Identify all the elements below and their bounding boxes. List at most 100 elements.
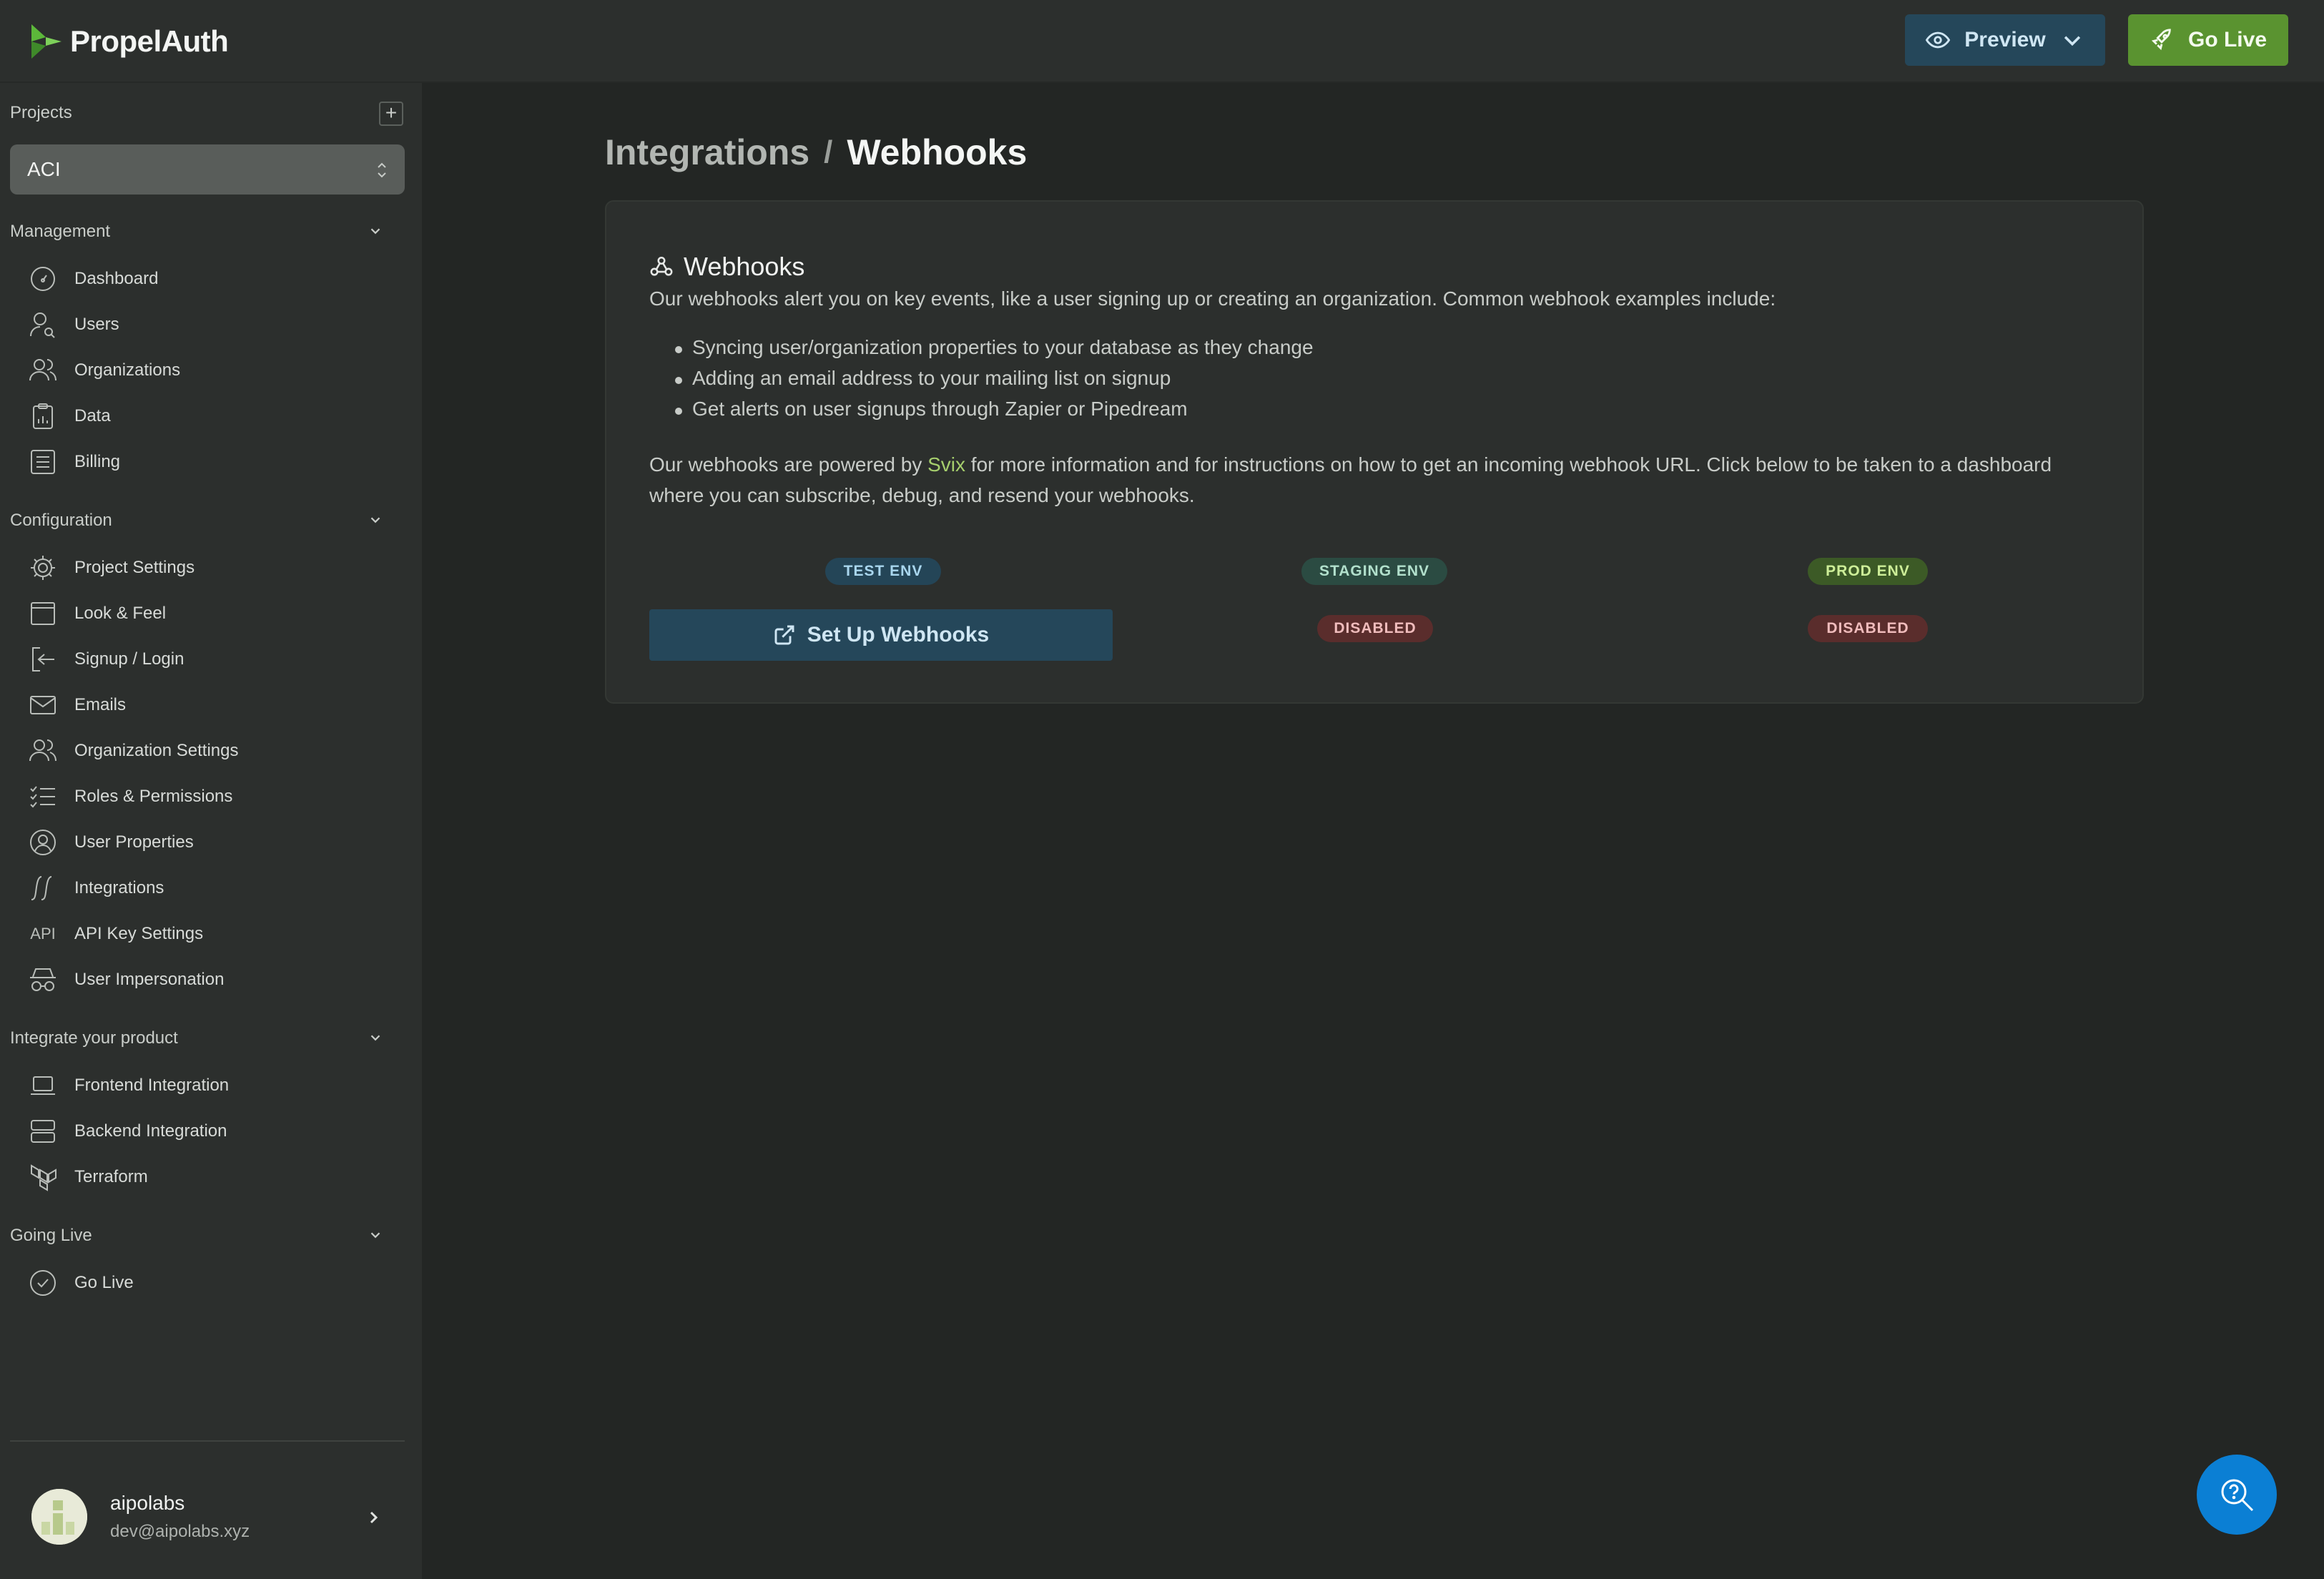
chevron-down-icon bbox=[370, 228, 380, 235]
section-management[interactable]: Management bbox=[10, 222, 405, 242]
sidebar-item-label: Integrations bbox=[74, 878, 164, 897]
section-configuration[interactable]: Configuration bbox=[10, 511, 405, 531]
help-search-icon bbox=[2221, 1479, 2254, 1512]
sidebar-item-label: Organizations bbox=[74, 360, 181, 380]
sidebar-item-project-settings[interactable]: Project Settings bbox=[29, 548, 415, 588]
sidebar-item-look-feel[interactable]: Look & Feel bbox=[29, 594, 415, 634]
sidebar-item-label: Users bbox=[74, 315, 119, 334]
sidebar-item-label: Look & Feel bbox=[74, 604, 167, 623]
sidebar-item-label: Signup / Login bbox=[74, 649, 184, 669]
gear-icon bbox=[31, 556, 55, 580]
checklist-icon bbox=[30, 786, 55, 808]
sidebar-item-frontend-integration[interactable]: Frontend Integration bbox=[29, 1066, 415, 1106]
sidebar-item-label: Go Live bbox=[74, 1273, 134, 1292]
card-title-text: Webhooks bbox=[684, 252, 805, 281]
staging-env-badge: STAGING ENV bbox=[1301, 558, 1447, 585]
breadcrumb-parent[interactable]: Integrations bbox=[605, 132, 809, 173]
sidebar-item-label: Backend Integration bbox=[74, 1121, 227, 1141]
external-link-icon bbox=[774, 625, 794, 645]
server-icon bbox=[31, 1120, 55, 1143]
sidebar-item-label: Organization Settings bbox=[74, 741, 239, 760]
sidebar-item-backend-integration[interactable]: Backend Integration bbox=[29, 1111, 415, 1151]
webhook-icon bbox=[650, 256, 673, 276]
staging-status-badge: DISABLED bbox=[1317, 615, 1433, 642]
sidebar-item-go-live[interactable]: Go Live bbox=[29, 1263, 415, 1303]
section-configuration-label: Configuration bbox=[10, 511, 112, 530]
integral-curve-icon bbox=[31, 876, 52, 900]
chevron-down-icon bbox=[370, 517, 380, 523]
login-arrow-icon bbox=[32, 647, 54, 672]
user-profile[interactable]: aipolabs dev@aipolabs.xyz bbox=[31, 1489, 389, 1553]
go-live-button[interactable]: Go Live bbox=[2128, 14, 2288, 66]
propelauth-logo-icon bbox=[31, 24, 61, 59]
set-up-webhooks-button[interactable]: Set Up Webhooks bbox=[649, 609, 1113, 661]
breadcrumb-separator: / bbox=[824, 134, 833, 169]
set-up-webhooks-label: Set Up Webhooks bbox=[807, 623, 990, 646]
page-title: Webhooks bbox=[847, 132, 1028, 172]
webhooks-card: Webhooks Our webhooks alert you on key e… bbox=[605, 200, 2144, 704]
sidebar-item-integrations[interactable]: Integrations bbox=[29, 868, 415, 908]
sidebar-item-user-impersonation[interactable]: User Impersonation bbox=[29, 960, 415, 1000]
sidebar-item-dashboard[interactable]: Dashboard bbox=[29, 259, 415, 299]
brand-name: PropelAuth bbox=[70, 24, 229, 58]
svix-link[interactable]: Svix bbox=[927, 453, 965, 476]
sidebar-divider bbox=[10, 1440, 405, 1442]
user-search-icon bbox=[30, 313, 55, 338]
sidebar-item-label: Roles & Permissions bbox=[74, 787, 233, 806]
projects-label: Projects bbox=[10, 103, 72, 122]
chevron-right-icon bbox=[370, 1511, 378, 1524]
browser-window-icon bbox=[31, 602, 55, 625]
sidebar: Projects + ACI Management Dashboard User… bbox=[0, 83, 422, 1579]
section-management-label: Management bbox=[10, 222, 111, 241]
user-circle-icon bbox=[30, 830, 56, 855]
prod-status-badge: DISABLED bbox=[1808, 615, 1928, 642]
laptop-icon bbox=[31, 1076, 55, 1095]
sidebar-item-user-properties[interactable]: User Properties bbox=[29, 822, 415, 862]
sidebar-item-label: Data bbox=[74, 406, 111, 426]
sidebar-item-roles-permissions[interactable]: Roles & Permissions bbox=[29, 777, 415, 817]
chevron-updown-icon bbox=[378, 162, 386, 178]
top-bar: PropelAuth Preview Go Live bbox=[0, 0, 2324, 83]
sidebar-item-emails[interactable]: Emails bbox=[29, 685, 415, 725]
incognito-icon bbox=[30, 968, 56, 991]
sidebar-item-data[interactable]: Data bbox=[29, 396, 415, 436]
check-circle-icon bbox=[30, 1270, 56, 1296]
sidebar-item-label: User Impersonation bbox=[74, 970, 225, 989]
test-env-badge: TEST ENV bbox=[825, 558, 941, 585]
rocket-icon bbox=[2151, 29, 2171, 51]
sidebar-item-organizations[interactable]: Organizations bbox=[29, 350, 415, 390]
examples-list: Syncing user/organization properties to … bbox=[675, 336, 1314, 428]
prod-env-badge: PROD ENV bbox=[1808, 558, 1928, 585]
sidebar-item-users[interactable]: Users bbox=[29, 305, 415, 345]
section-going-live[interactable]: Going Live bbox=[10, 1226, 405, 1246]
sidebar-item-organization-settings[interactable]: Organization Settings bbox=[29, 731, 415, 771]
clipboard-chart-icon bbox=[33, 403, 53, 429]
breadcrumb: Integrations / Webhooks bbox=[605, 132, 1027, 173]
avatar bbox=[31, 1489, 87, 1545]
sidebar-item-label: Dashboard bbox=[74, 269, 159, 288]
sidebar-item-terraform[interactable]: Terraform bbox=[29, 1157, 415, 1197]
sidebar-item-label: Frontend Integration bbox=[74, 1076, 230, 1095]
users-group-icon bbox=[29, 359, 56, 381]
add-project-button[interactable]: + bbox=[379, 102, 403, 126]
go-live-label: Go Live bbox=[2187, 28, 2268, 51]
sidebar-item-label: User Properties bbox=[74, 832, 194, 852]
api-icon: API bbox=[30, 925, 56, 943]
preview-button[interactable]: Preview bbox=[1905, 14, 2105, 66]
help-search-button[interactable] bbox=[2197, 1455, 2277, 1535]
users-group-icon bbox=[29, 739, 56, 762]
section-integrate[interactable]: Integrate your product bbox=[10, 1028, 405, 1048]
selected-project: ACI bbox=[27, 158, 61, 180]
brand-logo[interactable]: PropelAuth bbox=[30, 21, 229, 62]
sidebar-item-label: Project Settings bbox=[74, 558, 195, 577]
sidebar-item-api-key-settings[interactable]: API API Key Settings bbox=[29, 914, 415, 954]
preview-label: Preview bbox=[1964, 28, 2046, 51]
sidebar-item-label: Billing bbox=[74, 452, 121, 471]
card-paragraph: Our webhooks are powered by Svix for mor… bbox=[649, 449, 2065, 511]
sidebar-item-signup-login[interactable]: Signup / Login bbox=[29, 639, 415, 679]
sidebar-item-billing[interactable]: Billing bbox=[29, 442, 415, 482]
chevron-down-icon bbox=[370, 1232, 380, 1239]
section-integrate-label: Integrate your product bbox=[10, 1028, 178, 1048]
project-selector[interactable]: ACI bbox=[10, 144, 405, 195]
card-description: Our webhooks alert you on key events, li… bbox=[649, 287, 1776, 310]
